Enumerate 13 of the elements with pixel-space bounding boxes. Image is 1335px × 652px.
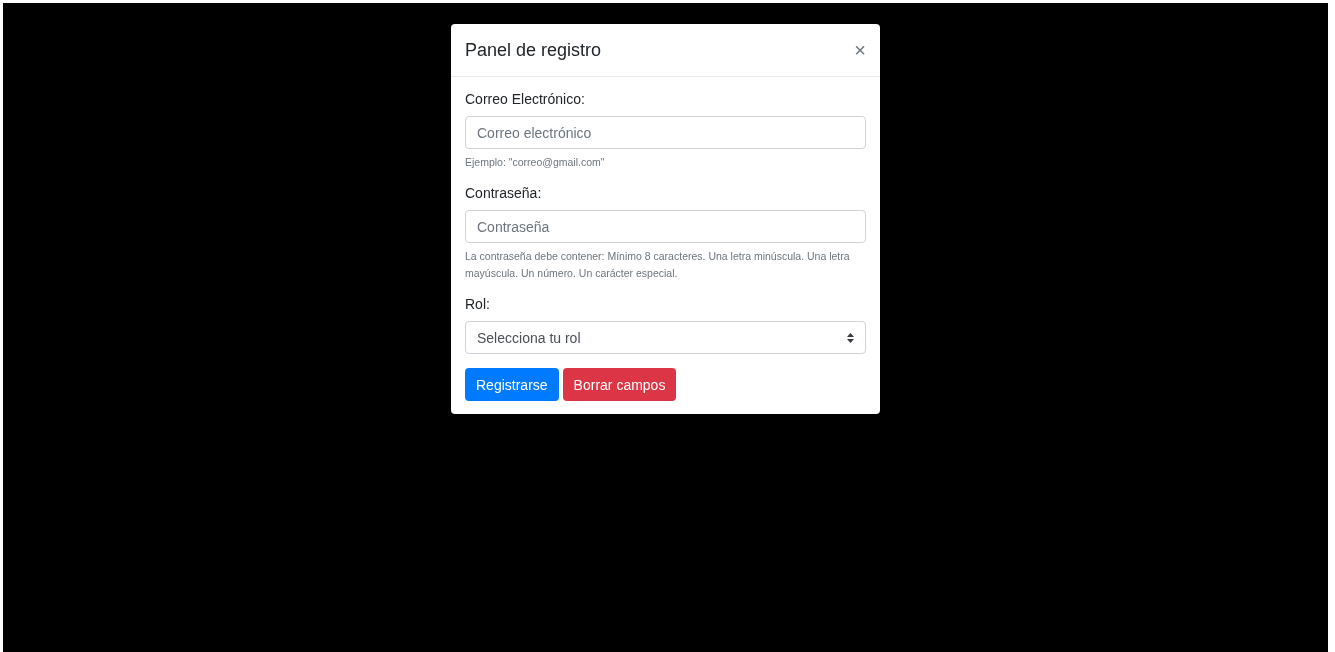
input-field[interactable]: Contraseña [465, 210, 866, 243]
field-label: Contraseña: [465, 185, 543, 201]
role-select[interactable]: Selecciona tu rol [465, 321, 866, 354]
sort-caret-icon [847, 332, 854, 343]
field-label: Rol: [465, 296, 491, 312]
field-label: Correo Electrónico: [465, 91, 586, 107]
dialog-title: Panel de registro [465, 39, 602, 61]
register-button[interactable]: Registrarse [465, 368, 559, 401]
help-text: Ejemplo: "correo@gmail.com" [465, 155, 606, 170]
close-button[interactable]: × [854, 40, 866, 60]
clear-button[interactable]: Borrar campos [562, 368, 677, 401]
help-text: La contraseña debe contener: Mínimo 8 caracteres. Una letra minúscula. Una letra mayúscula. Un número. Un carácter especial. [465, 249, 851, 281]
input-field[interactable]: Correo electrónico [465, 116, 866, 149]
